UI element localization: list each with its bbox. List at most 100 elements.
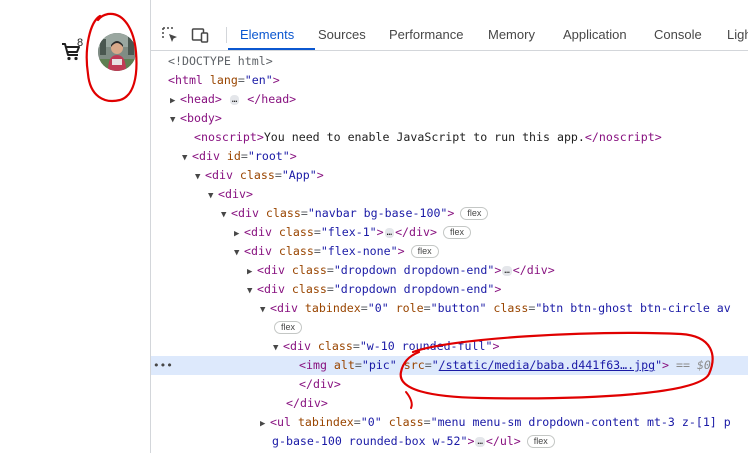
devtools-panel: Elements Sources Performance Memory Appl…	[150, 0, 748, 453]
attr-value: "btn btn-ghost btn-circle av	[535, 301, 731, 315]
tag-name: div	[312, 377, 334, 391]
tab-elements[interactable]: Elements	[240, 20, 294, 50]
tag-name: body	[186, 111, 215, 125]
cart-count-badge: 8	[77, 37, 84, 49]
tag-name: div	[250, 225, 272, 239]
collapsed-ellipsis[interactable]: …	[502, 265, 512, 276]
attr-value: "root"	[247, 149, 290, 163]
tree-row-selected[interactable]: ••• <img alt="pic" src="/static/media/ba…	[151, 356, 748, 375]
tag-close: </noscript>	[584, 130, 662, 144]
doctype: <!DOCTYPE html>	[168, 54, 273, 68]
inspect-element-icon[interactable]	[161, 26, 179, 44]
tree-row[interactable]: ▼ <div class="navbar bg-base-100"> flex	[151, 204, 748, 223]
avatar-image	[98, 33, 136, 71]
tag-name: img	[305, 358, 327, 372]
tag-name: div	[289, 339, 311, 353]
attr-name: class	[278, 244, 314, 258]
app-page: 8	[0, 0, 150, 453]
tree-row[interactable]: ▼ <div class="w-10 rounded-full">	[151, 337, 748, 356]
tree-row[interactable]: <noscript>You need to enable JavaScript …	[151, 128, 748, 147]
tree-row[interactable]: ▼ <div id="root">	[151, 147, 748, 166]
tab-performance[interactable]: Performance	[389, 20, 463, 50]
tree-row[interactable]: <html lang="en">	[151, 71, 748, 90]
tag-name: div	[276, 301, 298, 315]
attr-name: tabindex	[297, 415, 354, 429]
attr-name: tabindex	[304, 301, 361, 315]
tree-row[interactable]: ▼ <div class="flex-none"> flex	[151, 242, 748, 261]
tree-row[interactable]: g-base-100 rounded-box w-52">… </ul> flex	[151, 432, 748, 451]
tag-name: div	[409, 225, 430, 239]
attr-value: "button"	[430, 301, 487, 315]
tag-name: head	[186, 92, 215, 106]
attr-name: class	[317, 339, 353, 353]
flex-badge[interactable]: flex	[410, 245, 439, 258]
tree-row[interactable]: </div>	[151, 394, 748, 413]
attr-name: role	[395, 301, 424, 315]
tag-name: div	[299, 396, 321, 410]
tag-name: ul	[499, 434, 514, 448]
tab-application[interactable]: Application	[563, 20, 627, 50]
attr-value: "w-10 rounded-full"	[359, 339, 493, 353]
attr-name: id	[226, 149, 241, 163]
collapsed-ellipsis[interactable]: …	[384, 227, 395, 238]
device-toolbar-icon[interactable]	[191, 26, 209, 44]
tab-sources[interactable]: Sources	[318, 20, 366, 50]
tag-open: <html	[168, 73, 203, 87]
more-options-icon[interactable]: •••	[153, 356, 173, 375]
tag-name: div	[250, 244, 272, 258]
tree-row[interactable]: ▶ <head> … </head>	[151, 90, 748, 109]
attr-value: "0"	[360, 415, 382, 429]
tag-name: div	[211, 168, 233, 182]
tree-row[interactable]: flex	[151, 318, 748, 337]
attr-name: class	[278, 225, 314, 239]
src-link[interactable]: /static/media/baba.d441f63….jpg	[439, 358, 655, 372]
tree-row[interactable]: ▼ <body>	[151, 109, 748, 128]
tree-row[interactable]: ▼ <div class="dropdown dropdown-end">	[151, 280, 748, 299]
devtools-toolbar: Elements Sources Performance Memory Appl…	[151, 20, 748, 51]
attr-value: "flex-1"	[320, 225, 377, 239]
text-node: You need to enable JavaScript to run thi…	[263, 130, 585, 144]
collapsed-ellipsis[interactable]: …	[229, 94, 240, 105]
tree-row[interactable]: ▶ <div class="flex-1">… </div> flex	[151, 223, 748, 242]
tag-name: div	[198, 149, 220, 163]
attr-name: class	[291, 263, 327, 277]
tree-row[interactable]: ▶ <div class="dropdown dropdown-end">… </d…	[151, 261, 748, 280]
tree-row[interactable]: ▼ <div class="App">	[151, 166, 748, 185]
attr-value: "navbar bg-base-100"	[307, 206, 448, 220]
tree-row[interactable]: ▼ <div tabindex="0" role="button" class="…	[151, 299, 748, 318]
tree-row[interactable]: <!DOCTYPE html>	[151, 52, 748, 71]
toolbar-separator	[226, 27, 227, 43]
tag-name: head	[261, 92, 290, 106]
attr-value: "dropdown dropdown-end"	[333, 282, 495, 296]
attr-name: alt	[333, 358, 355, 372]
tag-name: div	[263, 263, 285, 277]
tab-memory[interactable]: Memory	[488, 20, 535, 50]
attr-name: class	[239, 168, 275, 182]
browser-toolbar-edge	[151, 0, 748, 6]
console-reference: == $0	[676, 358, 711, 372]
avatar[interactable]	[98, 33, 136, 71]
flex-badge[interactable]: flex	[460, 207, 489, 220]
attr-value: "0"	[367, 301, 389, 315]
tab-console[interactable]: Console	[654, 20, 702, 50]
tag-name: ul	[276, 415, 291, 429]
tab-lighthouse[interactable]: Ligh	[727, 20, 748, 50]
attr-value: "pic"	[361, 358, 397, 372]
annotation-circle-avatar	[85, 12, 138, 103]
tree-row[interactable]: ▶ <ul tabindex="0" class="menu menu-sm dr…	[151, 413, 748, 432]
tag-name: div	[526, 263, 548, 277]
attr-value: "en"	[244, 73, 273, 87]
attr-name: class	[388, 415, 424, 429]
flex-badge[interactable]: flex	[274, 321, 303, 334]
attr-name: class	[291, 282, 327, 296]
flex-badge[interactable]: flex	[442, 226, 471, 239]
tree-row[interactable]: </div>	[151, 375, 748, 394]
attr-value: "menu menu-sm dropdown-content mt-3 z-[1…	[430, 415, 731, 429]
attr-name: class	[493, 301, 529, 315]
active-tab-indicator	[228, 48, 315, 50]
collapsed-ellipsis[interactable]: …	[475, 436, 485, 447]
attr-value: "App"	[281, 168, 317, 182]
tag-name: div	[237, 206, 259, 220]
flex-badge[interactable]: flex	[526, 435, 555, 448]
tree-row[interactable]: ▼ <div>	[151, 185, 748, 204]
